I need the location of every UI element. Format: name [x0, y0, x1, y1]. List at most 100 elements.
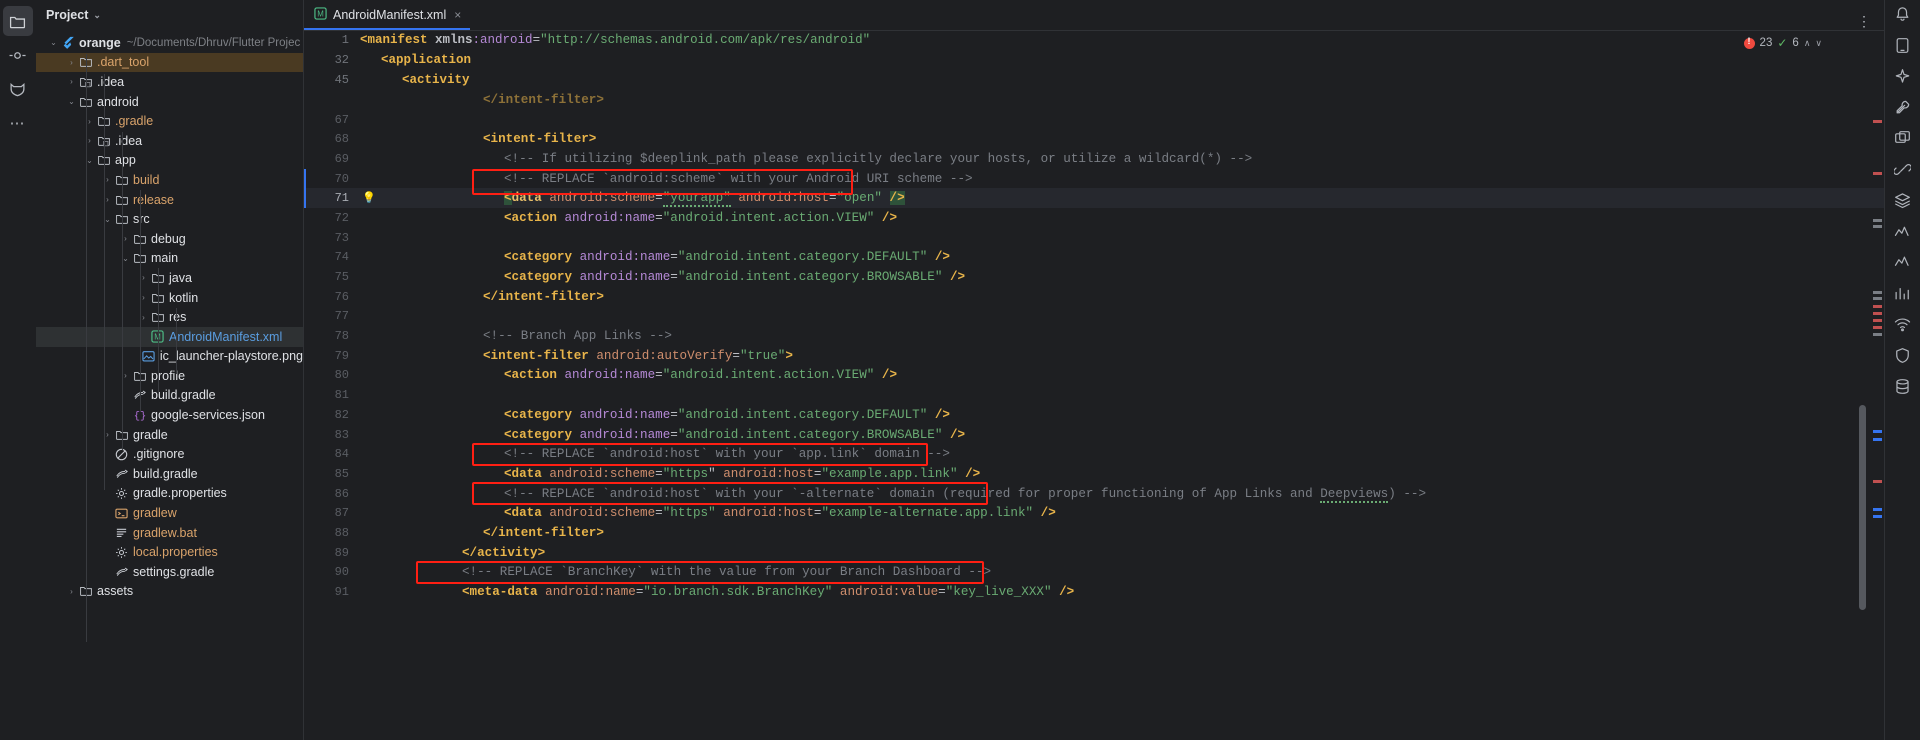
tree-row--idea[interactable]: ›.idea [36, 72, 303, 92]
code-line-76[interactable]: 76</intent-filter> [304, 287, 1884, 307]
line-number[interactable]: 83 [304, 428, 360, 442]
line-number[interactable]: 80 [304, 368, 360, 382]
line-number[interactable]: 74 [304, 250, 360, 264]
line-number[interactable]: 78 [304, 329, 360, 343]
tree-row--idea[interactable]: ›.idea [36, 131, 303, 151]
code-line-67[interactable]: 67 [304, 110, 1884, 130]
tree-row-java[interactable]: ›java [36, 268, 303, 288]
chevron-right-icon[interactable]: › [66, 587, 77, 596]
line-number[interactable]: 72 [304, 211, 360, 225]
tree-row-release[interactable]: ›release [36, 190, 303, 210]
tab-androidmanifest-xml[interactable]: M AndroidManifest.xml × [304, 0, 470, 30]
code-line-66[interactable]: </intent-filter> [304, 90, 1884, 110]
editor-more-actions-button[interactable]: ⋮ [1845, 13, 1884, 30]
tree-row-gradle[interactable]: ›gradle [36, 425, 303, 445]
line-number[interactable]: 76 [304, 290, 360, 304]
code-line-87[interactable]: 87<data android:scheme="https" android:h… [304, 503, 1884, 523]
build-variants-tool[interactable] [1890, 99, 1916, 121]
vertical-scrollbar-thumb[interactable] [1859, 405, 1866, 610]
app-quality-insights-tool[interactable] [1890, 223, 1916, 245]
tree-row-settings-gradle[interactable]: settings.gradle [36, 562, 303, 582]
tree-row-res[interactable]: ›res [36, 307, 303, 327]
line-number[interactable]: 67 [304, 113, 360, 127]
network-inspector-tool[interactable] [1890, 316, 1916, 338]
code-line-90[interactable]: 90<!-- REPLACE `BranchKey` with the valu… [304, 563, 1884, 583]
database-inspector-tool[interactable] [1890, 378, 1916, 400]
code-line-74[interactable]: 74<category android:name="android.intent… [304, 248, 1884, 268]
tree-row-android[interactable]: ⌄android [36, 92, 303, 112]
line-number[interactable]: 87 [304, 506, 360, 520]
code-line-77[interactable]: 77 [304, 307, 1884, 327]
tree-row--gradle[interactable]: ›.gradle [36, 111, 303, 131]
line-number[interactable]: 77 [304, 309, 360, 323]
tree-row-ic-launcher-playstore-png[interactable]: ic_launcher-playstore.png [36, 347, 303, 367]
tree-row-app[interactable]: ⌄app [36, 151, 303, 171]
code-line-82[interactable]: 82<category android:name="android.intent… [304, 405, 1884, 425]
line-number[interactable]: 84 [304, 447, 360, 461]
tree-row--gitignore[interactable]: .gitignore [36, 444, 303, 464]
chevron-down-icon[interactable]: ∨ [1815, 38, 1822, 49]
tree-row-kotlin[interactable]: ›kotlin [36, 288, 303, 308]
tree-row-src[interactable]: ⌄src [36, 209, 303, 229]
line-number[interactable]: 69 [304, 152, 360, 166]
tree-row-profile[interactable]: ›profile [36, 366, 303, 386]
tree-row-assets[interactable]: ›assets [36, 582, 303, 602]
tree-row-gradlew[interactable]: gradlew [36, 503, 303, 523]
chevron-right-icon[interactable]: › [66, 77, 77, 86]
app-inspection-tool[interactable] [1890, 285, 1916, 307]
tree-row-gradle-properties[interactable]: gradle.properties [36, 484, 303, 504]
code-line-88[interactable]: 88</intent-filter> [304, 523, 1884, 543]
code-line-92[interactable] [304, 602, 1884, 622]
code-line-72[interactable]: 72<action android:name="android.intent.a… [304, 208, 1884, 228]
tree-row-androidmanifest-xml[interactable]: MAndroidManifest.xml [36, 327, 303, 347]
code-line-84[interactable]: 84<!-- REPLACE `android:host` with your … [304, 444, 1884, 464]
chevron-up-icon[interactable]: ∧ [1804, 38, 1811, 49]
chevron-right-icon[interactable]: › [66, 58, 77, 67]
line-number[interactable]: 90 [304, 565, 360, 579]
pull-requests-tool-window-button[interactable] [3, 74, 33, 104]
profiler-tool[interactable] [1890, 254, 1916, 276]
gemini-tool[interactable] [1890, 68, 1916, 90]
tree-row-debug[interactable]: ›debug [36, 229, 303, 249]
tree-row-main[interactable]: ⌄main [36, 249, 303, 269]
code-line-70[interactable]: 70<!-- REPLACE `android:scheme` with you… [304, 169, 1884, 189]
line-number[interactable]: 75 [304, 270, 360, 284]
intention-bulb-icon[interactable]: 💡 [360, 191, 378, 205]
tree-row-local-properties[interactable]: local.properties [36, 542, 303, 562]
line-number[interactable]: 82 [304, 408, 360, 422]
line-number[interactable]: 86 [304, 487, 360, 501]
tree-row-build-gradle[interactable]: build.gradle [36, 464, 303, 484]
tree-row-build-gradle[interactable]: build.gradle [36, 386, 303, 406]
code-line-71[interactable]: 71💡<data android:scheme="yourapp" androi… [304, 188, 1884, 208]
notifications-tool[interactable] [1890, 6, 1916, 28]
more-tool-windows-button[interactable]: ⋯ [3, 108, 33, 138]
chevron-down-icon[interactable]: ⌄ [48, 38, 59, 47]
code-line-79[interactable]: 79<intent-filter android:autoVerify="tru… [304, 346, 1884, 366]
tree-row-root[interactable]: ⌄orange~/Documents/Dhruv/Flutter Projec [36, 33, 303, 53]
chevron-down-icon[interactable]: ⌄ [66, 97, 77, 106]
code-line-91[interactable]: 91<meta-data android:name="io.branch.sdk… [304, 582, 1884, 602]
code-line-81[interactable]: 81 [304, 385, 1884, 405]
tree-row-google-services-json[interactable]: {}google-services.json [36, 405, 303, 425]
line-number[interactable]: 68 [304, 132, 360, 146]
code-line-75[interactable]: 75<category android:name="android.intent… [304, 267, 1884, 287]
line-number[interactable]: 70 [304, 172, 360, 186]
line-number[interactable]: 85 [304, 467, 360, 481]
resource-manager-tool[interactable] [1890, 130, 1916, 152]
project-panel-header[interactable]: Project ⌄ [36, 0, 303, 30]
chevron-down-icon[interactable]: ⌄ [93, 10, 101, 21]
line-number[interactable]: 89 [304, 546, 360, 560]
close-icon[interactable]: × [454, 8, 461, 22]
code-line-73[interactable]: 73 [304, 228, 1884, 248]
line-number[interactable]: 88 [304, 526, 360, 540]
project-file-tree[interactable]: ⌄orange~/Documents/Dhruv/Flutter Projec›… [36, 30, 303, 740]
project-tool-window-button[interactable] [3, 6, 33, 36]
device-manager-tool[interactable] [1890, 37, 1916, 59]
line-number[interactable]: 73 [304, 231, 360, 245]
code-line-89[interactable]: 89</activity> [304, 543, 1884, 563]
layout-inspector-tool[interactable] [1890, 192, 1916, 214]
tree-row--dart-tool[interactable]: ›.dart_tool [36, 53, 303, 73]
security-tool[interactable] [1890, 347, 1916, 369]
code-editor[interactable]: </intent-filter>6768<intent-filter>69<!-… [304, 90, 1884, 740]
line-number[interactable]: 91 [304, 585, 360, 599]
